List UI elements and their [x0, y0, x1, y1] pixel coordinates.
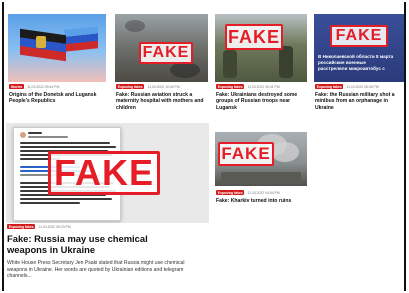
image-caption: расстреляли микроавтобус с: [318, 66, 385, 71]
article-date: 11.03.2022 04:54 PM: [247, 190, 280, 195]
article-title[interactable]: Fake: Kharkiv turned into ruins: [216, 198, 306, 204]
crest-icon: [36, 36, 46, 48]
article-date: 11.03.2022 05:06 PM: [346, 84, 379, 89]
article-image[interactable]: FAKE В Николаевской области 8 марта росс…: [314, 14, 404, 82]
article-card[interactable]: FAKE Exposing fakes 11.03.2022 05:41 PM …: [215, 14, 307, 110]
article-image[interactable]: FAKE: [215, 14, 307, 82]
article-date: 11.03.2022 05:23 PM: [38, 224, 71, 229]
article-date: 11.03.2022 09:44 PM: [27, 84, 60, 89]
article-card[interactable]: FAKE: [215, 132, 307, 186]
article-image[interactable]: FAKE: [115, 14, 208, 82]
image-caption: В Николаевской области 8 марта: [318, 54, 394, 59]
fake-stamp: FAKE: [48, 151, 160, 195]
avatar: [20, 132, 26, 138]
image-caption: российские военные: [318, 60, 366, 65]
article-title[interactable]: Origins of the Donetsk and Lugansk Peopl…: [9, 92, 105, 105]
article-date: 11.03.2022 05:41 PM: [247, 84, 280, 89]
category-tag[interactable]: Stories: [9, 84, 25, 90]
flag-image: [64, 26, 98, 52]
article-card[interactable]: FAKE В Николаевской области 8 марта росс…: [314, 14, 404, 128]
featured-article-card[interactable]: FAKE Exposing fakes 11.03.2022 05:23 PM …: [6, 123, 209, 289]
article-card[interactable]: FAKE Exposing fakes 11.03.2022 10:44 PM …: [115, 14, 208, 110]
category-tag[interactable]: Exposing fakes: [216, 84, 245, 90]
category-tag[interactable]: Exposing fakes: [315, 84, 344, 90]
article-image[interactable]: [8, 14, 106, 82]
article-card[interactable]: Stories 11.03.2022 09:44 PM Origins of t…: [8, 14, 106, 110]
article-title[interactable]: Fake: Ukrainians destroyed some groups o…: [216, 92, 306, 110]
news-grid: Stories 11.03.2022 09:44 PM Origins of t…: [2, 2, 406, 291]
fake-stamp: FAKE: [330, 25, 388, 47]
category-tag[interactable]: Exposing fakes: [116, 84, 145, 90]
article-image[interactable]: FAKE: [6, 123, 209, 223]
article-title[interactable]: Fake: Russian aviation struck a maternit…: [116, 92, 207, 110]
article-image[interactable]: FAKE: [215, 132, 307, 186]
fake-stamp: FAKE: [225, 24, 283, 50]
page: Stories 11.03.2022 09:44 PM Origins of t…: [0, 0, 409, 293]
fake-stamp: FAKE: [139, 42, 193, 64]
category-tag[interactable]: Exposing fakes: [7, 224, 36, 230]
category-tag[interactable]: Exposing fakes: [216, 190, 245, 196]
article-title[interactable]: Fake: the Russian military shot a minibu…: [315, 92, 403, 111]
article-date: 11.03.2022 10:44 PM: [147, 84, 180, 89]
fake-stamp: FAKE: [218, 142, 274, 166]
article-excerpt: White House Press Secretary Jen Psaki st…: [7, 260, 185, 280]
article-title[interactable]: Fake: Russia may use chemical weapons in…: [7, 233, 187, 256]
